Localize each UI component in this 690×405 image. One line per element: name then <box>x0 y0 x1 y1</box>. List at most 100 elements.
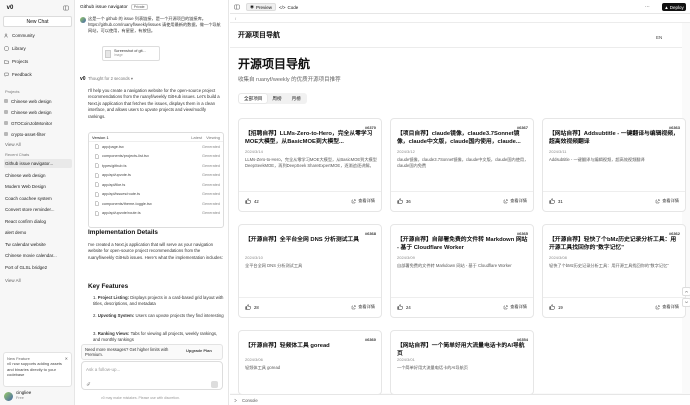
card-title[interactable]: 【开源自荐】轻频体工具 goread <box>245 342 377 350</box>
file-path: app/api/issues/route.ts <box>102 192 140 197</box>
view-details-link[interactable]: 查看详情 <box>503 304 527 310</box>
file-row[interactable]: app/page.tsx Generated <box>89 142 223 152</box>
new-feature-card[interactable]: New Feature ✕ v0 now supports adding asse… <box>3 352 72 387</box>
scroll-up-button[interactable] <box>682 287 690 296</box>
file-row[interactable]: app/api/issues/route.ts Generated <box>89 190 223 200</box>
view-details-link[interactable]: 查看详情 <box>503 198 527 204</box>
project-card[interactable]: #6367 【项目自荐】claude镜像，claude3.7Sonnet镜像，cl… <box>390 118 534 212</box>
card-title[interactable]: 【网站自荐】一个简单好用大流量电话卡的AI导航页 <box>397 342 529 359</box>
card-description: 全平台全网 DNS 分析测试工具 <box>245 263 303 268</box>
tab-code[interactable]: </> Code <box>276 3 301 11</box>
chat-title[interactable]: Github issue navigator <box>80 5 128 10</box>
tab-all[interactable]: 全部项目 <box>239 94 268 103</box>
send-button[interactable] <box>211 381 218 388</box>
sidebar-collapse-icon[interactable] <box>63 5 69 11</box>
chat-item[interactable]: Convert store reminder... <box>4 205 72 214</box>
ranking-tabs: 全部项目 周榜 月榜 <box>238 93 307 104</box>
card-title[interactable]: 【开源自荐】自部署免费的文件转 Markdown 网站 - 基于 Cloudfl… <box>397 236 529 253</box>
project-card[interactable]: #6365 【开源自荐】自部署免费的文件转 Markdown 网站 - 基于 Cl… <box>390 224 534 318</box>
tab-weekly[interactable]: 周榜 <box>267 94 286 103</box>
thumbs-up-icon <box>245 304 251 310</box>
upvote-button[interactable]: 31 <box>549 198 563 204</box>
project-card[interactable]: #6360 【开源自荐】轻频体工具 goread 2024/3/06 轻频体工具 go… <box>238 330 382 395</box>
file-row[interactable]: components/projects-list.tsx Generated <box>89 152 223 162</box>
console-label: Console <box>242 398 258 403</box>
chat-input[interactable]: Ask a follow-up... <box>81 361 223 390</box>
assistant-intro: I'll help you create a navigation websit… <box>88 88 220 119</box>
chat-item[interactable]: Github issue navigator... <box>4 159 72 168</box>
upvote-button[interactable]: 24 <box>397 304 411 310</box>
file-row[interactable]: app/api/like.ts Generated <box>89 180 223 190</box>
card-title[interactable]: 【开源自荐】轻快了个bMz历史记录分析工具：用开源工具找回你的"数字记忆" <box>549 236 681 253</box>
card-title[interactable]: 【网站自荐】Addsubtitle - 一键翻译与编辑视频，超高效视频翻译 <box>549 130 681 147</box>
view-details-link[interactable]: 查看详情 <box>351 198 375 204</box>
project-card[interactable]: #6362 【开源自荐】轻快了个bMz历史记录分析工具：用开源工具找回你的"数字记… <box>542 224 686 318</box>
avatar <box>4 391 13 401</box>
tab-monthly[interactable]: 月榜 <box>287 94 306 103</box>
chat-item[interactable]: alert demo <box>4 228 72 237</box>
nav-projects-label: Projects <box>12 58 29 64</box>
preview-panel: ◉ Preview </> Code ⋯ ▲ Deploy / 开源项目导航 EN 开… <box>230 0 690 405</box>
more-icon[interactable]: ⋯ <box>645 4 650 10</box>
console-bar[interactable]: Console <box>230 394 690 405</box>
paperclip-icon[interactable] <box>86 382 91 387</box>
nav-feedback[interactable]: Feedback <box>4 70 70 78</box>
view-details-link[interactable]: 查看详情 <box>655 304 679 310</box>
projects-view-all[interactable]: View All <box>4 140 72 149</box>
feature-item: 1. Project Listing: Displays projects in… <box>93 295 224 307</box>
toggle-sidebar-icon[interactable] <box>234 4 240 10</box>
project-item[interactable]: Chinese web design <box>4 97 72 105</box>
nav-projects[interactable]: Projects <box>4 57 70 65</box>
v0-logo[interactable]: v0 <box>5 4 15 12</box>
file-icon <box>95 163 99 168</box>
deploy-button[interactable]: ▲ Deploy <box>662 3 686 11</box>
file-status: Generated <box>202 182 220 187</box>
upvote-button[interactable]: 28 <box>245 304 259 310</box>
project-card[interactable]: #6363 【网站自荐】Addsubtitle - 一键翻译与编辑视频，超高效视频… <box>542 118 686 212</box>
card-date: 2024/3/06 <box>245 357 263 362</box>
file-status: Generated <box>202 192 220 197</box>
upvote-button[interactable]: 42 <box>245 198 259 204</box>
card-title[interactable]: 【招聘自荐】LLMs-Zero-to-Hero，完全从零学习MOE大模型，从Ba… <box>245 130 377 147</box>
version-card[interactable]: Version 1 Latest Viewing app/page.tsx Gener… <box>88 132 224 228</box>
new-chat-button[interactable]: New Chat <box>3 16 72 27</box>
view-details-link[interactable]: 查看详情 <box>351 304 375 310</box>
chats-view-all[interactable]: View All <box>4 276 72 285</box>
project-item[interactable]: Chinese web design <box>4 108 72 116</box>
chat-item[interactable]: Tw calendar website <box>4 240 72 249</box>
project-item[interactable]: crypto-asset-filter <box>4 130 72 138</box>
project-card[interactable]: #6354 【网站自荐】一个简单好用大流量电话卡的AI导航页 2024/3/01 一个… <box>390 330 534 395</box>
scroll-down-button[interactable] <box>682 298 690 307</box>
chat-item[interactable]: Modern Web Design <box>4 182 72 191</box>
site-header-title[interactable]: 开源项目导航 <box>238 30 280 40</box>
card-title[interactable]: 【开源自荐】全平台全网 DNS 分析测试工具 <box>245 236 377 244</box>
attachment-card[interactable]: Screenshot of git... Image <box>102 46 160 61</box>
upgrade-plan-button[interactable]: Upgrade Plan <box>186 348 212 353</box>
upvote-button[interactable]: 36 <box>397 198 411 204</box>
file-row[interactable]: components/theme-toggle.tsx Generated <box>89 199 223 209</box>
chat-item[interactable]: Chinese movie calendar... <box>4 251 72 260</box>
language-switch[interactable]: EN <box>656 35 662 40</box>
chat-item[interactable]: React confirm dialog <box>4 217 72 226</box>
file-row[interactable]: app/api/upvote.ts Generated <box>89 171 223 181</box>
project-item[interactable]: GTOCoinJobMonitor <box>4 119 72 127</box>
thought-toggle[interactable]: Thought for 2 seconds ▾ <box>88 76 133 81</box>
project-card[interactable]: #6368 【开源自荐】全平台全网 DNS 分析测试工具 2024/3/10 全平台全… <box>238 224 382 318</box>
nav-community[interactable]: Community <box>4 31 70 39</box>
nav-library[interactable]: Library <box>4 44 70 52</box>
file-row[interactable]: types/github.ts Generated <box>89 161 223 171</box>
chat-item[interactable]: Chinese web design <box>4 171 72 180</box>
user-menu[interactable]: cingliee Free <box>4 390 72 402</box>
privacy-badge[interactable]: Private <box>130 4 148 10</box>
preview-url-bar[interactable]: / <box>230 14 690 23</box>
file-row[interactable]: app/api/upvote/route.ts Generated <box>89 209 223 219</box>
project-card[interactable]: #6370 【招聘自荐】LLMs-Zero-to-Hero，完全从零学习MOE大模… <box>238 118 382 212</box>
chat-item[interactable]: Port of GLSL bridge2 <box>4 263 72 272</box>
upvote-button[interactable]: 19 <box>549 304 563 310</box>
card-title[interactable]: 【项目自荐】claude镜像，claude3.7Sonnet镜像，claude中… <box>397 130 529 147</box>
tab-preview[interactable]: ◉ Preview <box>246 3 276 11</box>
view-details-label: 查看详情 <box>358 304 375 309</box>
view-details-link[interactable]: 查看详情 <box>655 198 679 204</box>
close-icon[interactable]: ✕ <box>65 356 68 361</box>
chat-item[interactable]: Coach coachee system <box>4 194 72 203</box>
